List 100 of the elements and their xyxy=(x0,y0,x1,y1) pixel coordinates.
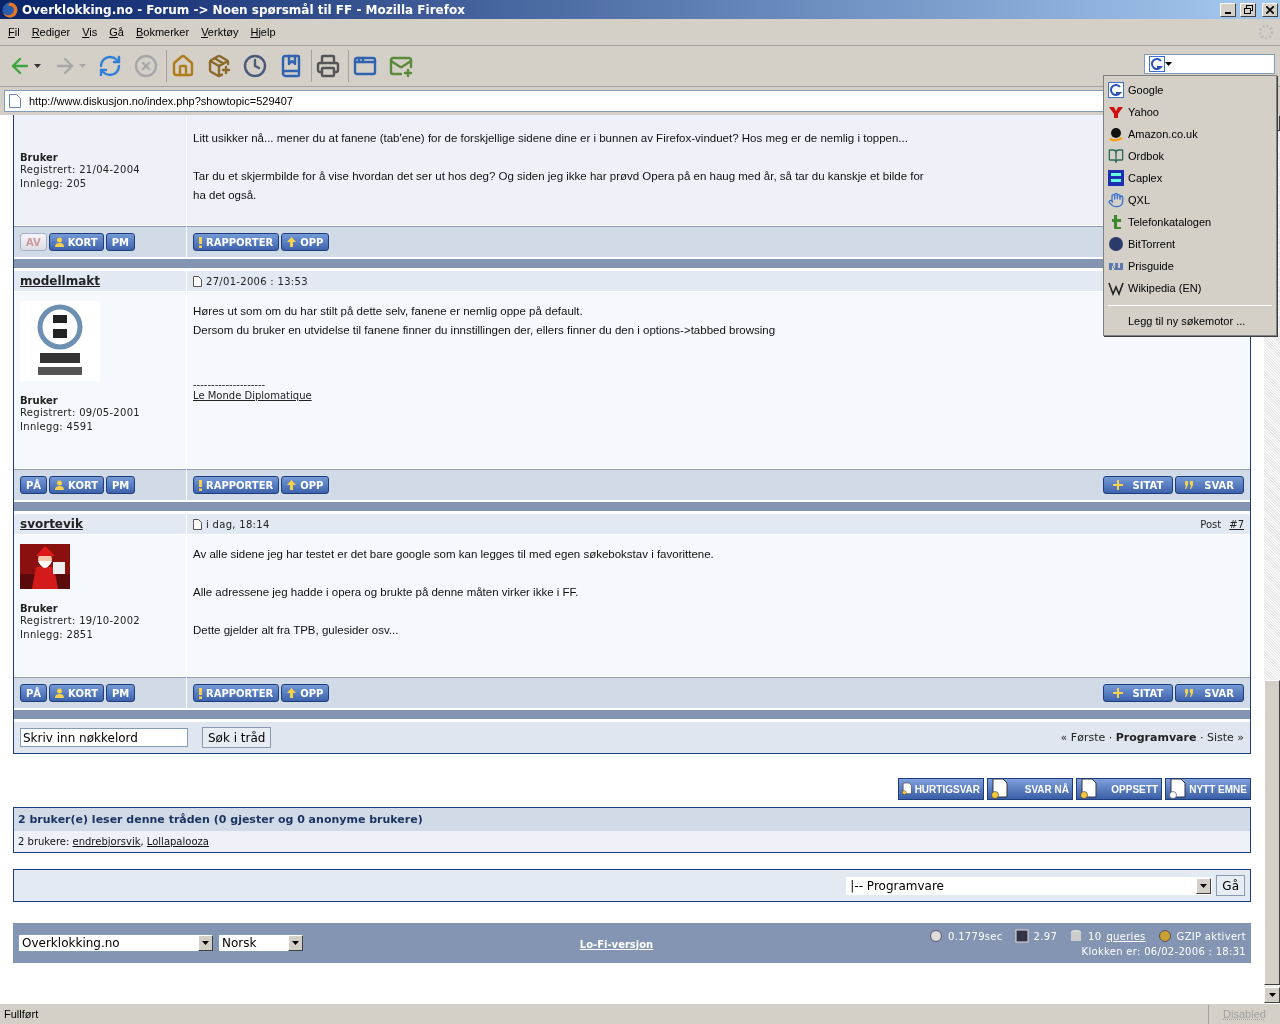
package-icon[interactable] xyxy=(207,54,231,78)
go-button[interactable]: Gå xyxy=(1216,875,1245,896)
caret-icon[interactable] xyxy=(202,941,209,945)
thread-button[interactable]: SVAR NÅ xyxy=(987,778,1073,800)
profile-button[interactable]: KORT xyxy=(49,476,104,494)
arrow-up-icon xyxy=(287,480,297,490)
search-field[interactable] xyxy=(1144,54,1275,74)
reply-button[interactable]: SVAR xyxy=(1175,684,1244,702)
exclamation-icon xyxy=(199,479,202,491)
quote-button[interactable]: SITAT xyxy=(1102,684,1174,702)
menu-item[interactable]: Legg til ny søkemotor ... xyxy=(1104,311,1276,331)
report-button[interactable]: RAPPORTER xyxy=(193,476,280,494)
menu-item[interactable]: Rediger xyxy=(25,26,77,38)
forum-select[interactable]: |-- Programvare xyxy=(846,876,1213,895)
registered-date: Registrert: 19/10-2002 xyxy=(20,614,141,628)
document-icon xyxy=(1080,779,1098,799)
menu-item[interactable]: BitTorrent xyxy=(1104,233,1276,255)
post-count: Innlegg: 2851 xyxy=(20,628,95,642)
menu-item[interactable]: Amazon.co.uk xyxy=(1104,123,1276,145)
menu-item[interactable]: Verktøy xyxy=(195,26,245,38)
menu-item[interactable]: Vis xyxy=(76,26,104,38)
status-text: Fullført xyxy=(4,1008,40,1020)
caret-icon[interactable] xyxy=(34,64,41,68)
bookmark-icon[interactable] xyxy=(279,54,303,78)
logo-icon xyxy=(1108,104,1124,120)
menu-item[interactable]: Caplex xyxy=(1104,167,1276,189)
pm-button[interactable]: PM xyxy=(105,233,135,251)
user-group: Bruker xyxy=(20,603,180,614)
caret-icon[interactable] xyxy=(1200,883,1208,888)
pm-button[interactable]: PM xyxy=(105,476,136,494)
registered-date: Registrert: 21/04-2004 xyxy=(20,163,141,177)
menu-item[interactable]: Telefonkatalogen xyxy=(1104,211,1276,233)
menu-item[interactable]: Ordbok xyxy=(1104,145,1276,167)
mail-plus-icon[interactable] xyxy=(389,54,413,78)
quote-marks-icon xyxy=(1185,481,1195,489)
reply-button[interactable]: SVAR xyxy=(1175,476,1244,494)
search-button[interactable]: Søk i tråd xyxy=(202,727,272,748)
menu-item[interactable]: Bokmerker xyxy=(129,26,196,38)
caret-icon[interactable] xyxy=(1165,62,1172,66)
post-text: Litt usikker nå... mener du at fanene (tab'ene) for de forskjellige sidene dine er i bunnen av Firefox-vinduet? Hos meg er de nemlig i toppen... xyxy=(193,131,908,146)
arrow-up-icon xyxy=(287,688,297,698)
minimize-button[interactable] xyxy=(1220,2,1236,17)
skin-select[interactable]: Overklokking.no xyxy=(18,934,214,952)
online-status[interactable]: PÅ xyxy=(20,684,48,702)
quote-button[interactable]: SITAT xyxy=(1102,476,1174,494)
readers-title: 2 bruker(e) leser denne tråden (0 gjester og 0 anonyme brukere) xyxy=(18,813,423,826)
profile-button[interactable]: KORT xyxy=(48,233,104,251)
window-icon[interactable] xyxy=(353,54,377,78)
post-text: Alle adressene jeg hadde i opera og brukte på denne måten virker ikke i FF. xyxy=(193,585,579,600)
username-link[interactable]: Lollapalooza xyxy=(146,836,209,847)
top-button[interactable]: OPP xyxy=(281,476,330,494)
menu-item[interactable]: Prisguide xyxy=(1104,255,1276,277)
scrollbar-thumb[interactable] xyxy=(1264,680,1280,985)
clock-icon[interactable] xyxy=(243,54,267,78)
thread-button[interactable]: NYTT EMNE xyxy=(1165,778,1251,800)
caret-icon[interactable] xyxy=(292,941,299,945)
menu-item[interactable]: QXL xyxy=(1104,189,1276,211)
online-status[interactable]: PÅ xyxy=(20,476,48,494)
printer-icon[interactable] xyxy=(316,54,340,78)
exclamation-icon xyxy=(199,687,202,699)
scroll-down-button[interactable] xyxy=(1264,987,1280,1003)
menu-item[interactable]: Fil xyxy=(2,26,26,38)
top-button[interactable]: OPP xyxy=(281,233,330,251)
caret-icon[interactable] xyxy=(1268,993,1276,997)
post-text: Av alle sidene jeg har testet er det bare google som kan legges til med egen søkebokstav i favorittene. xyxy=(193,547,714,562)
plus-icon xyxy=(1112,688,1123,698)
menu-item[interactable]: Gå xyxy=(103,26,130,38)
post-date: 27/01-2006 : 13:53 xyxy=(206,275,308,287)
separator-text: , xyxy=(140,836,145,847)
refresh-icon[interactable] xyxy=(98,54,122,78)
person-icon xyxy=(55,688,65,698)
search-field[interactable]: Skriv inn nøkkelord xyxy=(20,728,188,747)
menu-item[interactable]: Hjelp xyxy=(244,26,282,38)
logo-icon xyxy=(1108,170,1124,186)
profile-button[interactable]: KORT xyxy=(49,684,104,702)
menu-item[interactable]: Wikipedia (EN) xyxy=(1104,277,1276,299)
post-count: Innlegg: 4591 xyxy=(20,420,95,434)
post-text: ha det også. xyxy=(193,188,257,203)
pagination: « Første · Programvare · Siste » xyxy=(1060,731,1244,744)
exclamation-icon xyxy=(199,236,202,248)
thread-button[interactable]: OPPSETT xyxy=(1076,778,1162,800)
window-title: Overklokking.no - Forum -> Noen spørsmål til FF - Mozilla Firefox xyxy=(22,2,466,17)
stat-text: 2.97 xyxy=(1033,930,1058,942)
close-button[interactable] xyxy=(1262,2,1278,17)
readers-label: 2 brukere: xyxy=(18,836,71,847)
post-text: Dette gjelder alt fra TPB, gulesider osv... xyxy=(193,623,399,638)
person-icon xyxy=(55,480,65,490)
language-select[interactable]: Norsk xyxy=(218,934,304,952)
restore-button[interactable] xyxy=(1240,2,1256,17)
book-icon xyxy=(1108,148,1124,164)
stat-text: 0.1779sec xyxy=(948,930,1003,942)
arrow-up-icon xyxy=(287,237,297,247)
report-button[interactable]: RAPPORTER xyxy=(193,684,280,702)
top-button[interactable]: OPP xyxy=(281,684,330,702)
report-button[interactable]: RAPPORTER xyxy=(193,233,280,251)
post-number-link[interactable]: #7 xyxy=(1229,518,1244,530)
signature-link[interactable]: Le Monde Diplomatique xyxy=(193,390,312,401)
thread-button[interactable]: HURTIGSVAR xyxy=(898,778,984,800)
logo-icon xyxy=(1108,82,1124,98)
pm-button[interactable]: PM xyxy=(105,684,136,702)
